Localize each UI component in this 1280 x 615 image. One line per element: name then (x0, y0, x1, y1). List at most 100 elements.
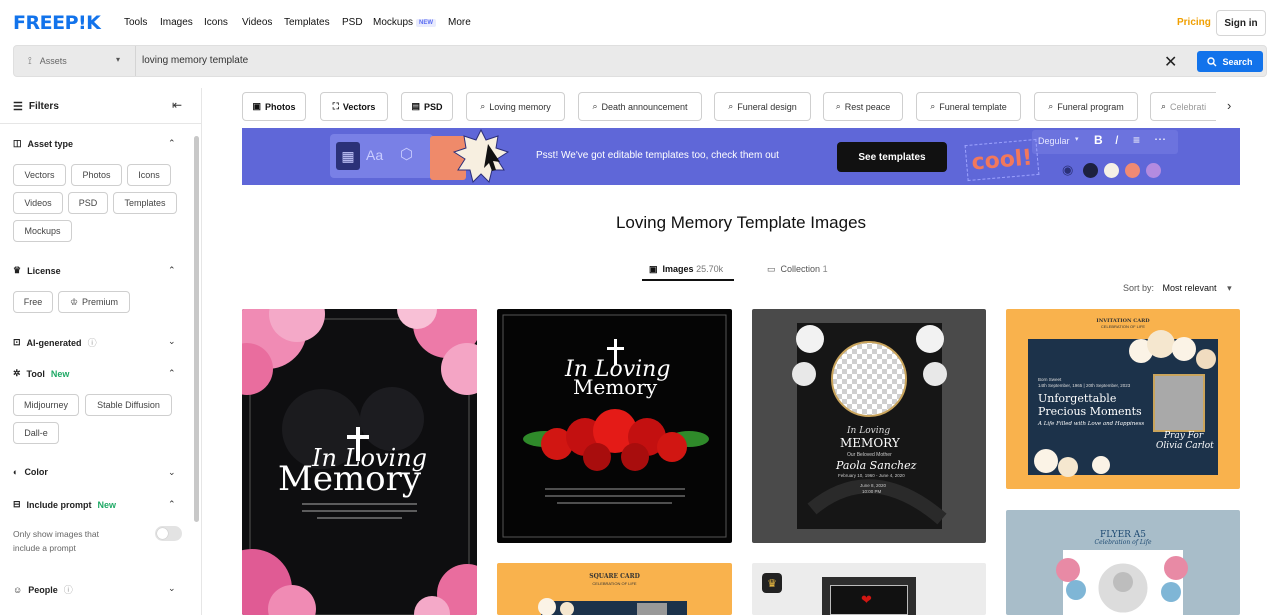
see-templates-button[interactable]: See templates (837, 142, 947, 172)
filter-chip-funeral-design[interactable]: ⌕ Funeral design (714, 92, 811, 121)
search-bar: ⟟ Assets ▾ loving memory template ✕ Sear… (13, 45, 1267, 77)
filter-chip-label: Funeral template (939, 101, 1007, 112)
filter-chip-rest-peace[interactable]: ⌕ Rest peace (823, 92, 903, 121)
include-prompt-desc-line2: include a prompt (13, 543, 76, 553)
search-button[interactable]: Search (1197, 51, 1263, 72)
license-label: License (27, 265, 61, 276)
nav-templates[interactable]: Templates (284, 17, 330, 28)
sidebar-scrollbar[interactable] (194, 136, 199, 522)
chip-stable-diffusion[interactable]: Stable Diffusion (85, 394, 172, 416)
chevron-right-icon[interactable]: › (1227, 98, 1231, 113)
clear-search-icon[interactable]: ✕ (1164, 52, 1177, 72)
grid-icon: ▦ (336, 142, 360, 170)
card-title-line1: Unforgettable (1038, 392, 1117, 405)
info-icon[interactable]: ⓘ (64, 583, 73, 596)
pricing-link[interactable]: Pricing (1177, 17, 1211, 28)
chevron-down-icon[interactable]: ⌄ (168, 583, 176, 594)
color-header[interactable]: ◐ Color (13, 467, 48, 477)
chevron-down-icon: ▾ (1075, 136, 1079, 143)
filter-chip-funeral-program[interactable]: ⌕ Funeral program (1034, 92, 1138, 121)
card-time: 10:00 PM (862, 489, 882, 494)
nav-videos[interactable]: Videos (242, 17, 272, 28)
asset-type-header[interactable]: ◫ Asset type (13, 138, 73, 149)
tab-collection[interactable]: ▭ Collection 1 (767, 264, 828, 275)
search-input[interactable]: loving memory template (142, 55, 248, 66)
sort-value: Most relevant (1162, 283, 1217, 293)
info-icon[interactable]: ⓘ (88, 336, 97, 349)
nav-psd[interactable]: PSD (342, 17, 363, 28)
result-card-7[interactable]: FLYER A5 Celebration of Life (1006, 510, 1240, 615)
filter-chip-psd[interactable]: ▤ PSD (401, 92, 453, 121)
sort-dropdown[interactable]: Sort by: Most relevant ▾ (1123, 283, 1232, 294)
search-icon: ⌕ (480, 101, 486, 111)
result-card-1[interactable]: In Loving Memory (242, 309, 477, 615)
chip-free[interactable]: Free (13, 291, 53, 313)
tab-images[interactable]: ▣ Images 25.70k (649, 264, 723, 275)
freepik-logo[interactable]: FREEP!K (13, 12, 101, 34)
crown-icon: ♔ (69, 296, 79, 307)
nav-more[interactable]: More (448, 17, 471, 28)
tool-label: Tool (26, 368, 45, 379)
chip-icons[interactable]: Icons (127, 164, 171, 186)
chip-photos[interactable]: Photos (71, 164, 122, 186)
chip-dall-e[interactable]: Dall-e (13, 422, 59, 444)
templates-promo-banner[interactable]: ▦ Aa ⬡ Psst! We've got editable template… (242, 128, 1240, 185)
include-prompt-toggle[interactable] (155, 526, 182, 541)
filter-chip-vectors[interactable]: ⛶ Vectors (320, 92, 388, 121)
result-card-2[interactable]: In Loving Memory (497, 309, 732, 543)
search-icon: ⌕ (728, 101, 734, 111)
new-badge: New (50, 368, 70, 379)
result-card-3[interactable]: In Loving MEMORY Our Beloved Mother Paol… (752, 309, 986, 543)
tab-collection-count: 1 (822, 264, 828, 274)
filter-chip-death-announcement[interactable]: ⌕ Death announcement (578, 92, 702, 121)
filter-chip-funeral-template[interactable]: ⌕ Funeral template (916, 92, 1021, 121)
ai-generated-header[interactable]: ⊡ AI-generated ⓘ (13, 336, 97, 349)
chevron-down-icon: ▾ (116, 55, 121, 64)
color-swatch (1083, 163, 1098, 178)
result-card-6[interactable]: ♛ ❤ (752, 563, 986, 615)
chevron-up-icon[interactable]: ⌃ (168, 368, 176, 379)
card-name: Paola Sanchez (836, 459, 917, 472)
asset-type-dropdown[interactable]: ⟟ Assets ▾ (14, 46, 136, 76)
filter-chip-loving-memory[interactable]: ⌕ Loving memory (466, 92, 565, 121)
tab-collection-label: Collection (780, 264, 821, 274)
include-prompt-header[interactable]: ⊟ Include prompt New (13, 499, 116, 510)
tab-images-count: 25.70k (696, 264, 724, 274)
chevron-down-icon[interactable]: ⌄ (168, 336, 176, 347)
chip-psd[interactable]: PSD (68, 192, 108, 214)
divider (0, 123, 202, 124)
card-title-text: Memory (573, 375, 658, 399)
filters-header: ☰ Filters (13, 100, 59, 113)
filter-chip-label: Vectors (342, 101, 376, 112)
result-card-5[interactable]: SQUARE CARD CELEBRATION OF LIFE (497, 563, 732, 615)
include-prompt-desc-line1: Only show images that (13, 529, 99, 539)
tool-header[interactable]: ✲ Tool New (13, 368, 69, 379)
nav-tools[interactable]: Tools (124, 17, 147, 28)
chip-vectors[interactable]: Vectors (13, 164, 66, 186)
chip-videos[interactable]: Videos (13, 192, 63, 214)
nav-icons[interactable]: Icons (204, 17, 228, 28)
sign-in-button[interactable]: Sign in (1216, 10, 1266, 36)
license-header[interactable]: ♛ License (13, 265, 61, 276)
filters-sidebar: ☰ Filters ⇤ ◫ Asset type ⌃ Vectors Photos… (0, 88, 202, 615)
chip-premium[interactable]: ♔ Premium (58, 291, 130, 313)
chip-templates[interactable]: Templates (113, 192, 177, 214)
collapse-sidebar-icon[interactable]: ⇤ (172, 98, 182, 112)
premium-label: Premium (82, 297, 119, 307)
filter-chip-celebration[interactable]: ⌕ Celebrati (1150, 92, 1216, 121)
chevron-up-icon[interactable]: ⌃ (168, 138, 176, 149)
folder-icon: ▭ (767, 264, 776, 274)
ai-icon: ⊡ (13, 337, 21, 347)
people-header[interactable]: ☺ People ⓘ (13, 583, 73, 596)
result-card-4[interactable]: INVITATION CARD CELEBRATION OF LIFE Born… (1006, 309, 1240, 489)
chevron-up-icon[interactable]: ⌃ (168, 265, 176, 276)
sliders-icon: ☰ (13, 101, 23, 113)
image-icon: ▣ (252, 101, 261, 111)
cool-sticker: cool! (964, 138, 1040, 182)
chevron-up-icon[interactable]: ⌃ (168, 499, 176, 510)
filter-chip-photos[interactable]: ▣ Photos (242, 92, 306, 121)
nav-mockups[interactable]: Mockups NEW (373, 17, 437, 28)
nav-images[interactable]: Images (160, 17, 193, 28)
chevron-down-icon[interactable]: ⌄ (168, 467, 176, 478)
chip-midjourney[interactable]: Midjourney (13, 394, 79, 416)
